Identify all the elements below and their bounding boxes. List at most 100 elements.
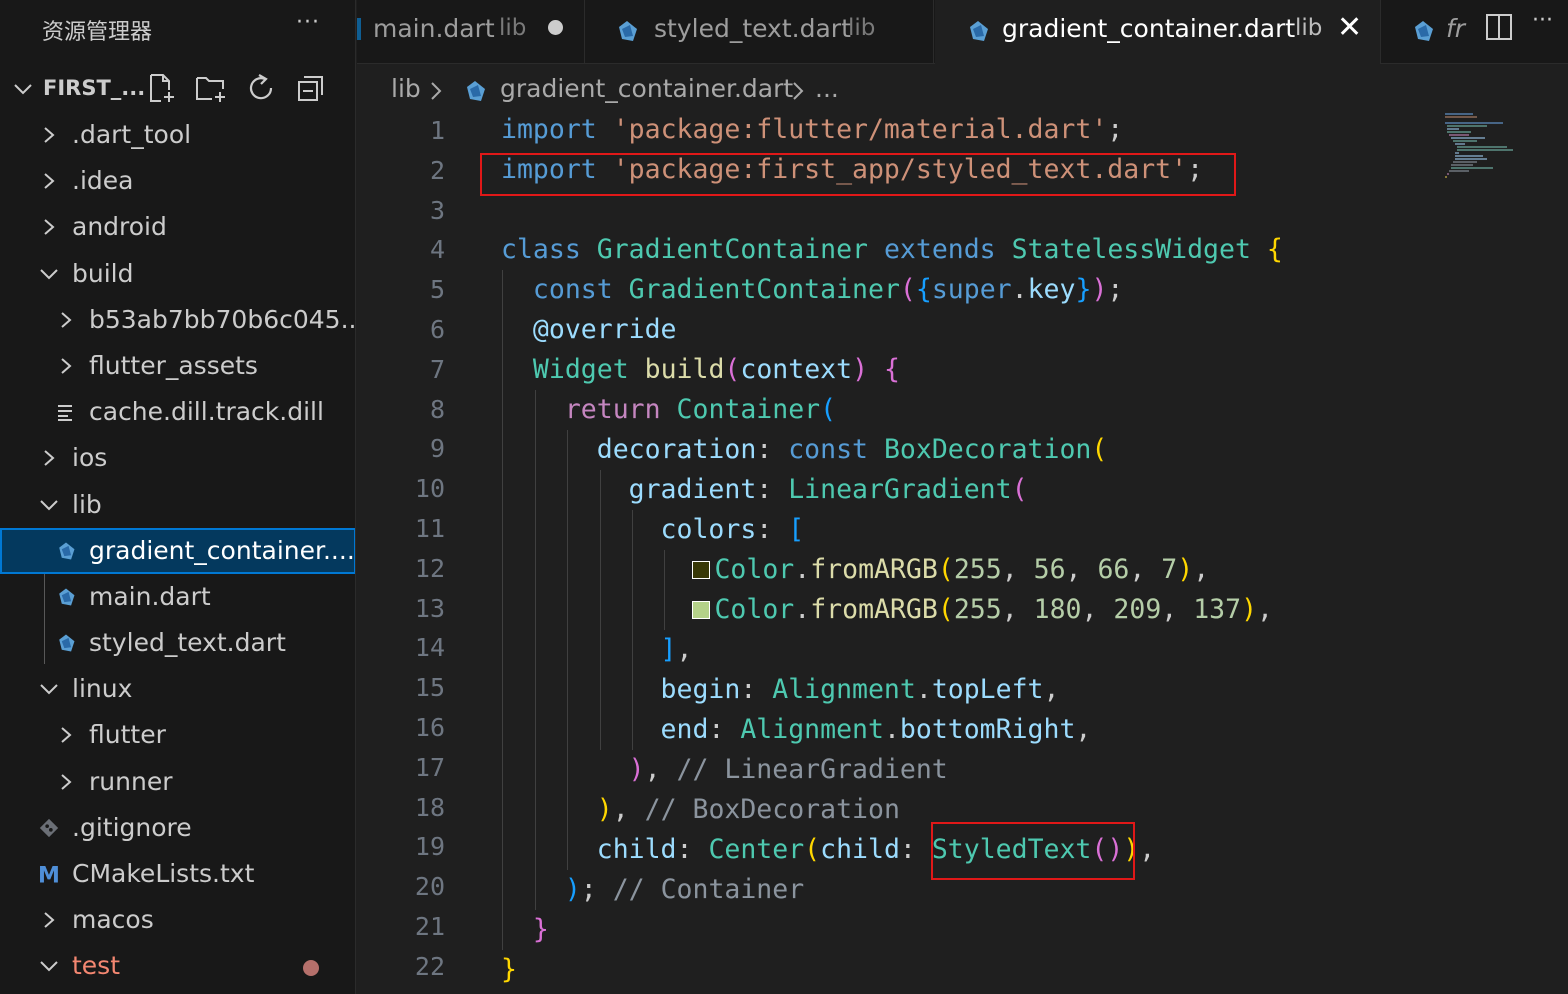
dart-file-icon — [1415, 21, 1433, 41]
code-line: ); // Container — [564, 874, 805, 905]
tree-item-lib[interactable]: lib — [0, 482, 355, 528]
project-section-header[interactable]: FIRST_... — [0, 66, 355, 110]
chevron-down-icon — [38, 954, 60, 978]
tree-item-android[interactable]: android — [0, 204, 355, 250]
code-line: ), // BoxDecoration — [596, 794, 900, 825]
tree-item-cache-dill-track-dill[interactable]: cache.dill.track.dill — [0, 389, 355, 435]
split-editor-icon[interactable] — [1484, 12, 1514, 42]
line-number: 5 — [429, 275, 445, 305]
line-number: 1 — [429, 116, 445, 145]
tab-main-dart[interactable]: main.dart lib — [357, 0, 585, 64]
tree-item-label: lib — [72, 489, 102, 519]
refresh-icon[interactable] — [244, 70, 278, 106]
line-number: 4 — [429, 235, 445, 265]
code-line: ), // LinearGradient — [628, 754, 948, 785]
tab-gradient-container-dart[interactable]: gradient_container.dart lib ✕ — [935, 0, 1381, 64]
tree-item-label: gradient_container.... — [89, 535, 355, 565]
line-number: 2 — [429, 155, 445, 185]
tree-item-label: cache.dill.track.dill — [89, 397, 324, 427]
tree-item-b53ab7bb70b6c045[interactable]: b53ab7bb70b6c045... — [0, 297, 356, 343]
tab-overflow[interactable]: fr ··· — [1382, 0, 1568, 64]
tree-item-flutter-assets[interactable]: flutter_assets — [0, 343, 355, 389]
code-editor[interactable]: 1 2 3 4 5 6 7 8 9 10 11 12 13 14 15 16 17 18 19 20 21 22 impo… — [357, 112, 1568, 994]
code-line: Widget build(context) { — [532, 354, 900, 385]
line-number: 12 — [414, 553, 445, 583]
chevron-right-icon — [38, 123, 60, 147]
breadcrumb-folder[interactable]: lib — [391, 74, 421, 103]
tree-item-styled-text-dart[interactable]: styled_text.dart — [0, 620, 355, 666]
chevron-right-icon — [55, 354, 77, 378]
dart-file-icon — [467, 81, 485, 101]
code-line: import 'package:flutter/material.dart'; — [501, 114, 1124, 145]
breadcrumb: lib gradient_container.dart ... — [357, 64, 1457, 116]
tab-description: lib — [848, 15, 876, 41]
line-number: 9 — [429, 434, 445, 464]
line-number: 19 — [414, 832, 445, 862]
code-line: end: Alignment.bottomRight, — [660, 714, 1092, 745]
tree-item-linux[interactable]: linux — [0, 666, 355, 712]
more-actions-icon[interactable]: ··· — [1532, 8, 1553, 33]
chevron-right-icon — [38, 908, 60, 932]
chevron-down-icon — [38, 262, 60, 286]
tree-item-test[interactable]: test — [0, 943, 355, 989]
close-tab-icon[interactable]: ✕ — [1337, 10, 1362, 45]
code-line: } — [532, 914, 549, 945]
chevron-right-icon — [793, 82, 804, 100]
tree-item-label: flutter — [89, 720, 166, 750]
line-number: 6 — [429, 315, 445, 344]
minimap[interactable] — [1443, 112, 1553, 204]
editor-tab-bar: main.dart lib styled_text.dart lib gradi… — [357, 0, 1568, 64]
breadcrumb-symbol[interactable]: ... — [815, 74, 839, 103]
project-name: FIRST_... — [43, 76, 146, 100]
explorer-header: 资源管理器 ··· — [0, 0, 355, 62]
code-line: ], — [660, 634, 693, 665]
tree-item-cmakelists-txt[interactable]: M CMakeLists.txt — [0, 851, 355, 897]
svg-text:M: M — [38, 863, 60, 886]
tree-item-runner[interactable]: runner — [0, 759, 355, 805]
tree-item-label: CMakeLists.txt — [72, 859, 255, 888]
code-line: colors: [ — [660, 514, 805, 545]
tree-item-label: b53ab7bb70b6c045... — [89, 304, 356, 334]
chevron-right-icon — [55, 770, 77, 794]
chevron-right-icon — [38, 169, 60, 193]
breadcrumb-file[interactable]: gradient_container.dart — [500, 74, 793, 103]
tree-item-label: macos — [72, 905, 154, 935]
tree-item-ios[interactable]: ios — [0, 435, 355, 481]
chevron-right-icon — [38, 446, 60, 470]
new-folder-icon[interactable] — [194, 70, 228, 106]
modified-dot-icon — [303, 960, 319, 977]
tab-label: gradient_container.dart — [1002, 14, 1296, 43]
file-lines-icon — [55, 400, 77, 424]
tree-item-dart-tool[interactable]: .dart_tool — [0, 112, 355, 158]
tree-item-idea[interactable]: .idea — [0, 158, 355, 204]
code-line: } — [501, 954, 517, 985]
dart-file-icon — [619, 21, 637, 41]
tree-item-flutter[interactable]: flutter — [0, 712, 355, 758]
color-swatch[interactable] — [692, 561, 711, 579]
line-number: 18 — [414, 792, 445, 822]
tree-item-build[interactable]: build — [0, 251, 355, 297]
line-number: 17 — [414, 752, 445, 782]
tree-item-label: ios — [72, 443, 108, 473]
tree-item-label: build — [72, 258, 134, 288]
unsaved-dot-icon[interactable] — [548, 20, 563, 35]
new-file-icon[interactable] — [144, 70, 178, 106]
tree-item-label: flutter_assets — [89, 350, 258, 380]
chevron-right-icon — [431, 82, 442, 100]
tree-item-main-dart[interactable]: main.dart — [0, 574, 355, 620]
code-line: const GradientContainer({super.key}); — [532, 274, 1124, 305]
code-line: @override — [532, 314, 677, 345]
tab-styled-text-dart[interactable]: styled_text.dart lib — [586, 0, 934, 64]
collapse-all-icon[interactable] — [294, 70, 328, 106]
chevron-down-icon — [14, 84, 32, 95]
line-number: 21 — [414, 912, 445, 941]
tree-item-label: .dart_tool — [72, 120, 192, 149]
more-actions-icon[interactable]: ··· — [296, 10, 320, 35]
tree-item-macos[interactable]: macos — [0, 897, 355, 943]
line-number: 16 — [414, 713, 445, 742]
tree-item-gitignore[interactable]: .gitignore — [0, 805, 355, 851]
color-swatch[interactable] — [692, 601, 711, 619]
dart-file-icon — [55, 585, 77, 609]
tree-item-gradient-container[interactable]: gradient_container.... — [0, 527, 355, 574]
tree-item-label: runner — [89, 766, 173, 796]
